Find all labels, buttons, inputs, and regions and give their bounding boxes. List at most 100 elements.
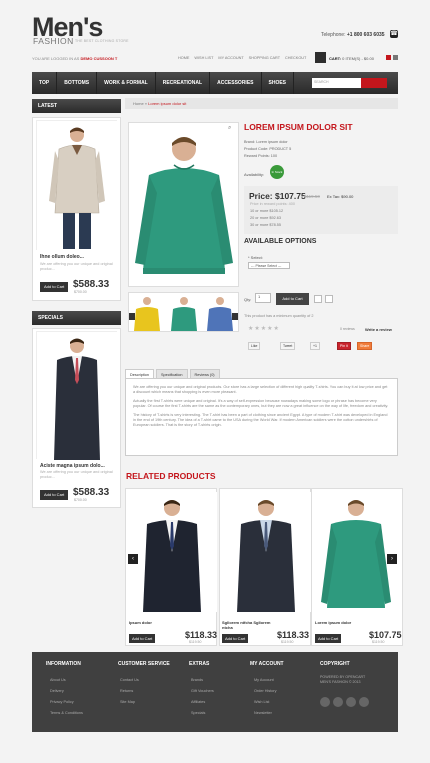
- special-product-name[interactable]: Aciste magna ipsum dolo...: [40, 463, 105, 469]
- facebook-like-button[interactable]: Like: [248, 342, 261, 350]
- reviews-link[interactable]: 0 reviews: [340, 327, 355, 331]
- product-main-image[interactable]: [128, 122, 239, 287]
- topnav-wishlist[interactable]: WISH LIST: [194, 56, 213, 60]
- breadcrumb-current[interactable]: Lorem ipsum dolor sit: [148, 101, 186, 106]
- facebook-icon[interactable]: [320, 697, 330, 707]
- description-paragraph: We are offering you our unique and origi…: [133, 385, 388, 394]
- related-product-price: $107.75: [369, 630, 402, 640]
- qty-input[interactable]: 1: [255, 293, 271, 303]
- description-paragraph: Actually the first T-shirts were unique …: [133, 399, 389, 408]
- select-label: * Select:: [248, 255, 263, 260]
- menu-bottoms[interactable]: BOTTOMS: [57, 72, 98, 94]
- related-product-name[interactable]: Ipsum dolor: [129, 620, 152, 625]
- thumbnail-yellow[interactable]: [132, 295, 162, 331]
- thumbnail-prev-arrow[interactable]: [129, 313, 135, 320]
- thumbnail-blue[interactable]: [205, 295, 235, 331]
- product-title: LOREM IPSUM DOLOR SIT: [244, 122, 353, 132]
- discount-2: 20 or more $92.63: [250, 216, 282, 220]
- description-paragraph: The history of T-shirts is very interest…: [133, 413, 388, 427]
- footer-link[interactable]: Delivery: [50, 689, 64, 693]
- discount-3: 30 or more $78.55: [250, 223, 282, 227]
- compare-icon[interactable]: [325, 295, 333, 303]
- thumbnail-next-arrow[interactable]: [232, 313, 238, 320]
- menu-recreational[interactable]: RECREATIONAL: [156, 72, 211, 94]
- footer-link[interactable]: Order History: [254, 689, 277, 693]
- tweet-button[interactable]: Tweet: [280, 342, 296, 350]
- wishlist-icon[interactable]: [314, 295, 322, 303]
- footer-link[interactable]: About Us: [50, 678, 66, 682]
- related-next-arrow[interactable]: ›: [387, 554, 397, 564]
- footer-link[interactable]: Returns: [120, 689, 133, 693]
- special-add-to-cart-button[interactable]: Add to Cart: [40, 490, 69, 500]
- copyright-text: POWERED BY OPENCART MEN'S FASHION © 2013: [320, 675, 366, 684]
- specials-heading: SPECIALS: [32, 311, 121, 325]
- related-product-old-price: $119.50: [189, 640, 202, 644]
- latest-product-name[interactable]: Ihne ollum doleo...: [40, 254, 84, 260]
- latest-product-old-price: $700.00: [74, 290, 87, 294]
- related-product-name[interactable]: Sgllorem ntfcha Sgllorem ntcha: [222, 620, 278, 630]
- breadcrumb-home[interactable]: Home: [133, 101, 144, 106]
- footer-heading-copyright: COPYRIGHT: [320, 661, 350, 667]
- welcome-user-link[interactable]: DEMO CUSSOON T: [80, 56, 117, 61]
- thumbnail-green[interactable]: [169, 295, 199, 331]
- related-add-to-cart-button[interactable]: Add to Cart: [222, 634, 249, 643]
- qty-label: Qty:: [244, 297, 252, 302]
- share-button[interactable]: Share: [357, 342, 373, 350]
- rss-icon[interactable]: [346, 697, 356, 707]
- zoom-icon[interactable]: ⌕: [228, 125, 236, 133]
- footer-link[interactable]: My Account: [254, 678, 274, 682]
- pinterest-button[interactable]: Pin it: [337, 342, 351, 350]
- menu-work-formal[interactable]: WORK & FORMAL: [97, 72, 156, 94]
- twitter-icon[interactable]: [333, 697, 343, 707]
- google-plus-icon[interactable]: [359, 697, 369, 707]
- topnav-checkout[interactable]: CHECKOUT: [285, 56, 306, 60]
- special-product-image[interactable]: [36, 331, 118, 460]
- related-product-old-price: $119.50: [372, 640, 385, 644]
- description-panel: We are offering you our unique and origi…: [125, 378, 398, 456]
- topnav-home[interactable]: HOME: [178, 56, 189, 60]
- footer-link[interactable]: Terms & Conditions: [50, 711, 83, 715]
- footer-link[interactable]: Brands: [191, 678, 203, 682]
- related-product-price: $118.33: [277, 630, 310, 640]
- footer-link[interactable]: Privacy Policy: [50, 700, 74, 704]
- special-product-desc: We are offering you our unique and origi…: [40, 470, 113, 479]
- related-add-to-cart-button[interactable]: Add to Cart: [315, 634, 342, 643]
- google-plus-button[interactable]: +1: [310, 342, 320, 350]
- footer-link[interactable]: Contact Us: [120, 678, 139, 682]
- product-price: Price: $107.75: [249, 191, 306, 201]
- logo-tagline: THE BEST CLOTHING STORE: [75, 38, 129, 43]
- product-code: Product Code: PRODUCT 5: [244, 147, 292, 151]
- menu-shoes[interactable]: SHOES: [262, 72, 295, 94]
- add-to-cart-button[interactable]: Add to Cart: [276, 293, 309, 305]
- search-button[interactable]: [361, 78, 387, 88]
- related-product-old-price: $119.50: [281, 640, 294, 644]
- related-prev-arrow[interactable]: ‹: [128, 554, 138, 564]
- menu-top[interactable]: TOP: [32, 72, 58, 94]
- menu-accessories[interactable]: ACCESSORIES: [210, 72, 262, 94]
- special-product-price: $588.33: [73, 487, 110, 498]
- options-heading: AVAILABLE OPTIONS: [244, 238, 317, 245]
- footer-link[interactable]: Site Map: [120, 700, 135, 704]
- write-review-link[interactable]: Write a review: [365, 327, 392, 332]
- footer-link[interactable]: Specials: [191, 711, 205, 715]
- latest-add-to-cart-button[interactable]: Add to Cart: [40, 282, 69, 292]
- topnav-cart[interactable]: SHOPPING CART: [249, 56, 280, 60]
- search-input[interactable]: SEARCH: [312, 78, 361, 88]
- option-select[interactable]: --- Please Select ---: [248, 262, 290, 269]
- min-qty-note: This product has a minimum quantity of 2: [244, 314, 314, 318]
- cart-clear-icon[interactable]: [393, 55, 398, 60]
- related-add-to-cart-button[interactable]: Add to Cart: [129, 634, 156, 643]
- page: Men's FASHION THE BEST CLOTHING STORE Te…: [0, 0, 430, 763]
- latest-product-image[interactable]: [36, 120, 118, 251]
- footer-link[interactable]: Gift Vouchers: [191, 689, 214, 693]
- phone-label: Telephone:: [321, 32, 346, 38]
- footer-link[interactable]: Wish List: [254, 700, 269, 704]
- related-product-name[interactable]: Lorem ipsum dolor: [315, 620, 351, 625]
- cart-summary[interactable]: CART: 0 ITEM(S) - $0.00: [329, 56, 374, 61]
- cart-dropdown-icon[interactable]: [386, 55, 391, 60]
- footer-link[interactable]: Affiliates: [191, 700, 205, 704]
- footer-link[interactable]: Newsletter: [254, 711, 272, 715]
- cart-icon[interactable]: [315, 52, 326, 63]
- topnav-account[interactable]: MY ACCOUNT: [218, 56, 243, 60]
- phone-icon: ☎: [390, 30, 398, 38]
